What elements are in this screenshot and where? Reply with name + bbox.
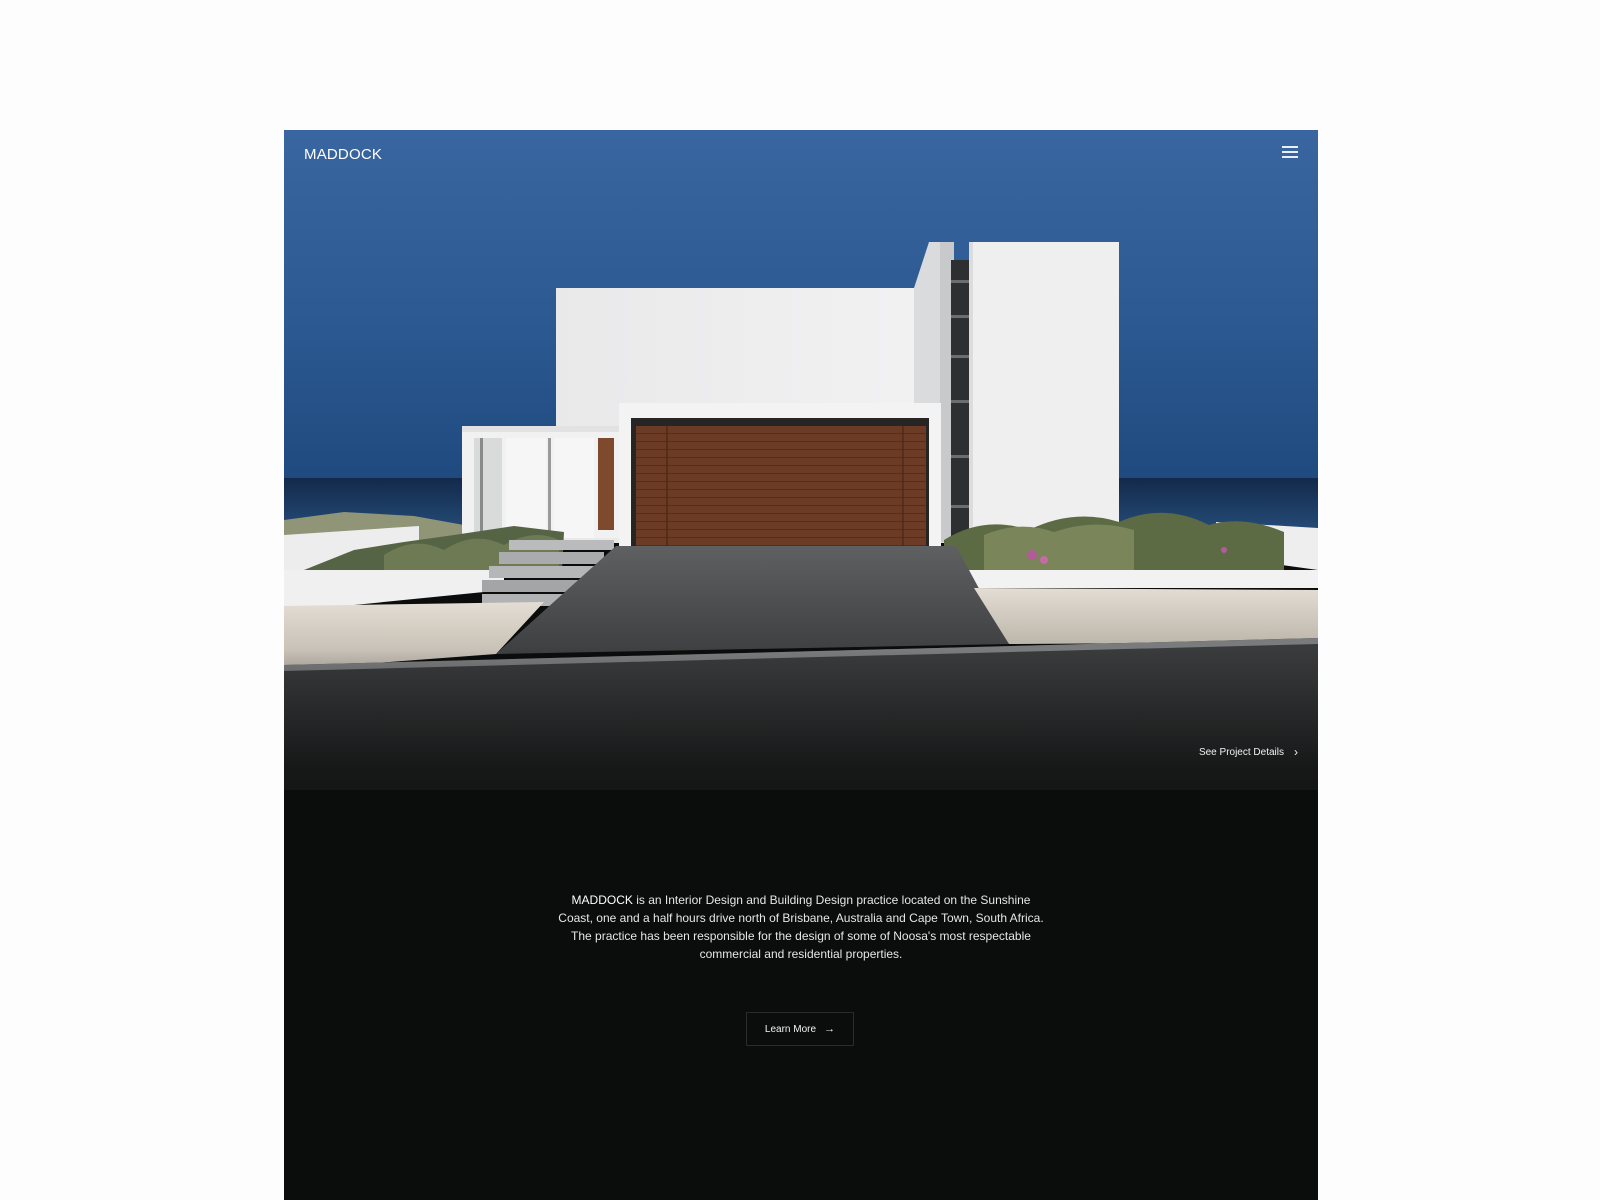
learn-more-button[interactable]: Learn More → bbox=[746, 1012, 854, 1046]
hero-gradient-overlay bbox=[284, 650, 1318, 910]
about-section: MADDOCK is an Interior Design and Buildi… bbox=[284, 891, 1318, 963]
about-brand: MADDOCK bbox=[571, 893, 633, 907]
chevron-right-icon: › bbox=[1294, 745, 1298, 759]
learn-more-label: Learn More bbox=[764, 1023, 817, 1035]
menu-line bbox=[1282, 151, 1298, 153]
hamburger-menu-icon[interactable] bbox=[1282, 146, 1298, 160]
site-logo[interactable]: MADDOCK bbox=[304, 146, 382, 163]
menu-line bbox=[1282, 156, 1298, 158]
see-project-details-link[interactable]: See Project Details › bbox=[1199, 746, 1298, 758]
site-frame: MADDOCK See Project Details › MADDOCK is… bbox=[284, 130, 1318, 1200]
see-project-details-label: See Project Details bbox=[1198, 746, 1284, 758]
about-text: MADDOCK is an Interior Design and Buildi… bbox=[556, 891, 1046, 963]
menu-line bbox=[1282, 146, 1298, 148]
arrow-right-icon: → bbox=[824, 1022, 836, 1035]
